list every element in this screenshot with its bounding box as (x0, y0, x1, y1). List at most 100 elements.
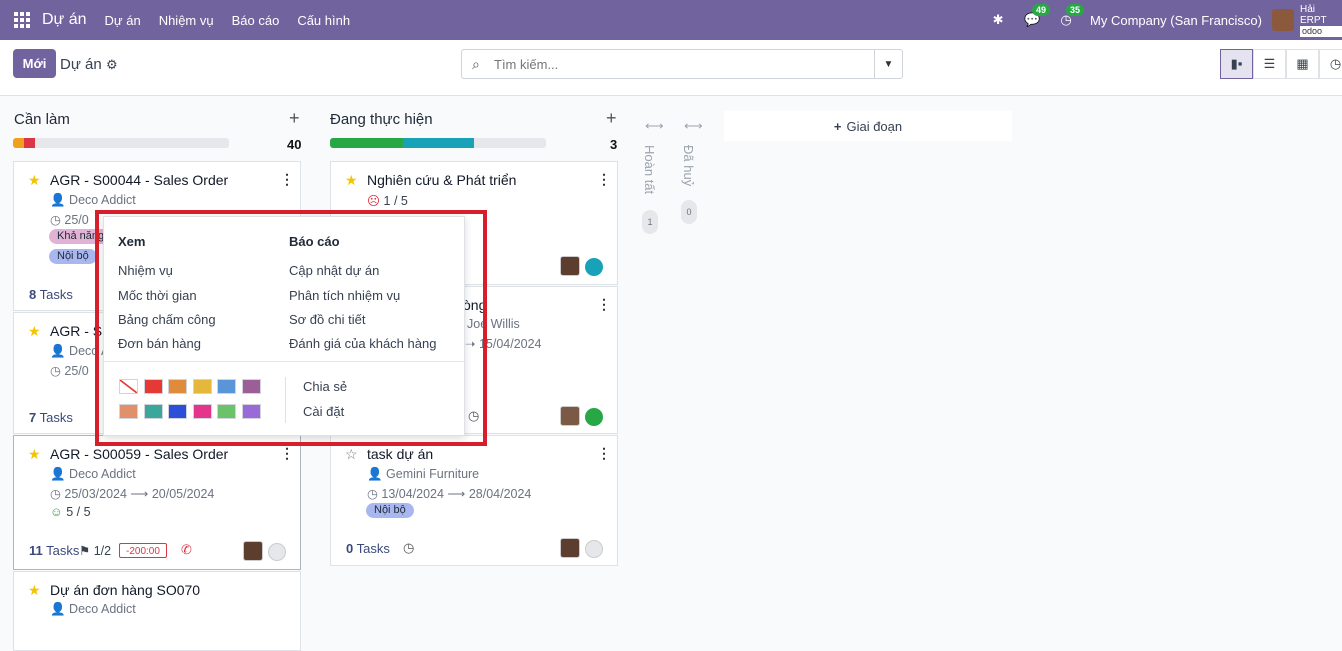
color-swatch[interactable] (168, 404, 187, 419)
folded-column-count: 0 (681, 200, 697, 224)
project-card[interactable]: ☆ task dự án ⋮ 👤 Gemini Furniture ◷ 13/0… (330, 435, 618, 566)
color-swatch[interactable] (192, 379, 212, 394)
menu-item-sales-orders[interactable]: Đơn bán hàng (118, 336, 201, 351)
color-swatch[interactable] (241, 379, 261, 394)
add-stage-button[interactable]: + Giai đoạn (724, 111, 1012, 141)
folded-column-done[interactable]: Hoàn tất (642, 145, 657, 194)
menu-item-tasks[interactable]: Nhiệm vụ (118, 263, 173, 278)
color-swatch[interactable] (143, 379, 163, 394)
card-tasks-link[interactable]: 8 Tasks (29, 287, 73, 302)
activity-clock-icon[interactable]: ◷ (403, 540, 414, 556)
card-tasks-link[interactable]: 11 Tasks (29, 543, 79, 558)
card-dates: ◷ 25/0 (50, 364, 89, 378)
card-title: òng (463, 297, 487, 313)
user-avatar[interactable] (1272, 9, 1294, 31)
calendar-view-icon[interactable]: ▦ (1286, 49, 1319, 79)
fold-toggle-icon[interactable]: ⟷ (645, 118, 664, 134)
search-input[interactable] (494, 57, 874, 72)
list-view-icon[interactable]: ☰ (1253, 49, 1286, 79)
assignee-avatar[interactable] (560, 406, 580, 426)
color-swatch[interactable] (119, 404, 138, 419)
menu-item-settings[interactable]: Cài đặt (303, 404, 344, 419)
menu-item-burndown[interactable]: Sơ đồ chi tiết (289, 312, 365, 327)
menu-item-share[interactable]: Chia sẻ (303, 379, 347, 394)
menu-item-task-analysis[interactable]: Phân tích nhiệm vụ (289, 288, 400, 303)
card-menu-icon[interactable]: ⋮ (280, 445, 294, 462)
menu-item-milestones[interactable]: Mốc thời gian (118, 288, 197, 303)
chat-icon[interactable]: 💬 49 (1022, 4, 1051, 30)
status-dot[interactable] (585, 408, 603, 426)
color-swatch[interactable] (143, 404, 163, 419)
card-menu-icon[interactable]: ⋮ (597, 445, 611, 462)
card-tasks-link[interactable]: 0 Tasks (346, 541, 390, 556)
activity-badge: 35 (1066, 4, 1085, 16)
search-bar: ⌕ ▼ (461, 49, 903, 79)
menu-item-project-updates[interactable]: Cập nhật dự án (289, 263, 379, 278)
column-title-in-progress[interactable]: Đang thực hiện (330, 111, 433, 128)
favorite-star-icon[interactable]: ★ (28, 582, 41, 599)
activity-clock-icon[interactable]: ◷ (468, 408, 479, 424)
phone-icon[interactable]: ✆ (181, 542, 192, 558)
status-dot[interactable] (585, 258, 603, 276)
color-swatch[interactable] (241, 404, 261, 419)
fold-toggle-icon[interactable]: ⟷ (684, 118, 703, 134)
column-add-icon[interactable]: + (606, 108, 617, 129)
no-color-swatch[interactable] (119, 379, 138, 394)
assignee-avatar[interactable] (243, 541, 263, 561)
activity-icon[interactable]: ◷ 35 (1056, 4, 1085, 30)
project-card[interactable]: ★ AGR - S00059 - Sales Order ⋮ 👤 Deco Ad… (13, 435, 301, 570)
folded-column-count: 1 (642, 210, 658, 234)
card-menu-icon[interactable]: ⋮ (597, 171, 611, 188)
apps-menu-icon[interactable] (14, 12, 30, 28)
user-menu[interactable]: Hải ERPT odoo (1300, 4, 1342, 37)
company-switcher[interactable]: My Company (San Francisco) (1090, 13, 1262, 28)
favorite-star-icon[interactable]: ★ (28, 446, 41, 463)
card-title: Dự án đơn hàng SO070 (50, 582, 201, 598)
column-progress-bar[interactable] (13, 138, 229, 148)
column-count: 3 (610, 137, 618, 152)
favorite-star-icon[interactable]: ☆ (345, 446, 358, 463)
card-customer: Joe Willis (467, 317, 520, 331)
card-tasks-link[interactable]: 7 Tasks (29, 410, 73, 425)
column-add-icon[interactable]: + (289, 108, 300, 129)
card-menu-icon[interactable]: ⋮ (280, 171, 294, 188)
column-progress-bar[interactable] (330, 138, 546, 148)
favorite-star-icon[interactable]: ★ (345, 172, 358, 189)
project-card[interactable]: ★ Dự án đơn hàng SO070 👤 Deco Addict (13, 571, 301, 651)
color-swatch[interactable] (192, 404, 212, 419)
color-swatch[interactable] (217, 379, 236, 394)
menu-divider (285, 377, 286, 423)
kanban-view-icon[interactable]: ▮▪ (1220, 49, 1253, 79)
top-navbar: Dự án Dự án Nhiệm vụ Báo cáo Cấu hình ✱ … (0, 0, 1342, 40)
card-dates: ➝ 15/04/2024 (465, 337, 542, 351)
favorite-star-icon[interactable]: ★ (28, 323, 41, 340)
chat-badge: 49 (1032, 4, 1051, 16)
card-tag: Nội bộ (366, 503, 414, 518)
assignee-avatar[interactable] (560, 256, 580, 276)
folded-column-cancelled[interactable]: Đã huỷ (681, 145, 696, 186)
card-menu-icon[interactable]: ⋮ (597, 296, 611, 313)
bug-icon[interactable]: ✱ (988, 10, 1008, 30)
column-title-todo[interactable]: Cần làm (14, 111, 70, 128)
card-title: AGR - S00044 - Sales Order (50, 172, 229, 188)
app-brand[interactable]: Dự án (42, 11, 87, 29)
card-title: AGR - S00059 - Sales Order (50, 446, 229, 462)
activity-view-icon[interactable]: ◷ (1319, 49, 1342, 79)
menu-item-customer-ratings[interactable]: Đánh giá của khách hàng (289, 336, 436, 351)
favorite-star-icon[interactable]: ★ (28, 172, 41, 189)
status-dot[interactable] (585, 540, 603, 558)
gear-icon[interactable]: ⚙ (106, 57, 118, 73)
new-button[interactable]: Mới (13, 49, 56, 78)
color-swatch[interactable] (217, 404, 236, 419)
nav-configuration[interactable]: Cấu hình (297, 13, 350, 28)
nav-tasks[interactable]: Nhiệm vụ (159, 13, 214, 28)
color-swatch[interactable] (168, 379, 187, 394)
nav-reporting[interactable]: Báo cáo (232, 13, 280, 28)
nav-projects[interactable]: Dự án (105, 13, 141, 28)
card-customer: 👤 Deco Addict (50, 467, 136, 481)
search-options-toggle[interactable]: ▼ (874, 50, 902, 78)
card-customer: 👤 Deco Addict (50, 193, 136, 207)
assignee-avatar[interactable] (560, 538, 580, 558)
status-dot[interactable] (268, 543, 286, 561)
menu-item-timesheets[interactable]: Bảng chấm công (118, 312, 216, 327)
